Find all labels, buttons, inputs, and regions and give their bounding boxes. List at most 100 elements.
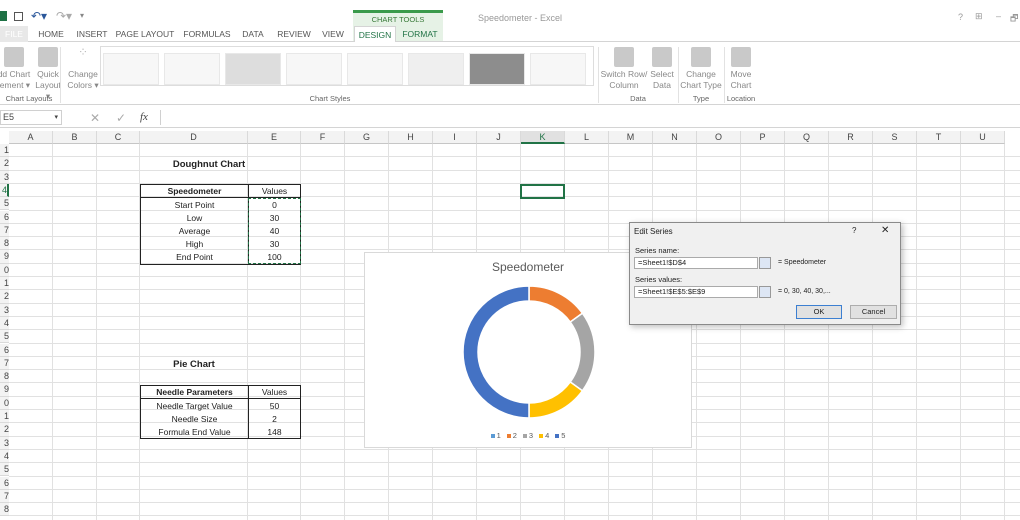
formula-input[interactable] — [160, 110, 1020, 125]
column-header-u[interactable]: U — [961, 131, 1005, 144]
customize-qat-icon[interactable]: ▾ — [80, 11, 84, 20]
tab-design[interactable]: DESIGN — [354, 26, 396, 42]
row-header[interactable]: 1 — [0, 144, 9, 158]
tab-file[interactable]: FILE — [0, 26, 28, 42]
active-cell-k4[interactable] — [520, 184, 565, 199]
column-header-q[interactable]: Q — [785, 131, 829, 144]
tab-data[interactable]: DATA — [238, 26, 268, 42]
chart-style-4[interactable] — [286, 53, 342, 85]
ok-button[interactable]: OK — [796, 305, 842, 319]
chart-style-8[interactable] — [530, 53, 586, 85]
column-header-h[interactable]: H — [389, 131, 433, 144]
label-cell[interactable]: Low — [140, 211, 249, 225]
row-header[interactable]: 7 — [0, 489, 9, 504]
column-header-r[interactable]: R — [829, 131, 873, 144]
column-header-m[interactable]: M — [609, 131, 653, 144]
switch-row-column-button[interactable]: Switch Row/Column — [600, 47, 648, 91]
header-speedometer[interactable]: Speedometer — [140, 183, 249, 199]
row-header[interactable]: 2 — [0, 157, 9, 171]
row-header[interactable]: 6 — [0, 343, 9, 357]
column-header-n[interactable]: N — [653, 131, 697, 144]
name-box[interactable]: E5 ▾ — [0, 110, 62, 125]
label-cell[interactable]: End Point — [140, 250, 249, 265]
chart-style-6[interactable] — [408, 53, 464, 85]
row-header[interactable]: 3 — [0, 436, 9, 450]
row-header[interactable]: 9 — [0, 250, 9, 264]
label-cell[interactable]: Needle Target Value — [140, 398, 249, 413]
label-cell[interactable]: Start Point — [140, 197, 249, 212]
row-header[interactable]: 1 — [0, 410, 9, 424]
chart-style-2[interactable] — [164, 53, 220, 85]
dialog-help-button[interactable]: ? — [852, 226, 856, 235]
save-icon[interactable] — [14, 12, 23, 21]
enter-icon[interactable]: ✓ — [116, 111, 126, 125]
row-header[interactable]: 5 — [0, 197, 9, 211]
row-header[interactable]: 0 — [0, 263, 9, 277]
range-picker-icon[interactable] — [759, 257, 771, 269]
label-cell[interactable]: Formula End Value — [140, 425, 249, 440]
column-header-d[interactable]: D — [140, 131, 248, 144]
chart-style-7[interactable] — [469, 53, 525, 85]
doughnut-slice-2[interactable] — [528, 285, 584, 324]
help-icon[interactable]: ? — [958, 12, 963, 22]
row-header[interactable]: 8 — [0, 370, 9, 384]
select-data-button[interactable]: Select Data — [648, 47, 676, 91]
chart-styles-gallery[interactable] — [100, 46, 594, 86]
doughnut-slice-5[interactable] — [462, 285, 530, 419]
cancel-icon[interactable]: ✕ — [90, 111, 100, 125]
row-header[interactable]: 8 — [0, 237, 9, 251]
chart-style-1[interactable] — [103, 53, 159, 85]
label-cell[interactable]: High — [140, 237, 249, 251]
column-header-p[interactable]: P — [741, 131, 785, 144]
move-chart-button[interactable]: Move Chart — [726, 47, 756, 91]
row-header[interactable]: 4 — [0, 316, 9, 331]
column-header-c[interactable]: C — [97, 131, 140, 144]
column-header-b[interactable]: B — [53, 131, 97, 144]
row-header[interactable]: 6 — [0, 476, 9, 490]
series-name-input[interactable]: =Sheet1!$D$4 — [634, 257, 758, 269]
header-needle-parameters[interactable]: Needle Parameters — [140, 384, 249, 400]
row-header[interactable]: 2 — [0, 423, 9, 437]
ribbon-display-icon[interactable]: ⊞ — [975, 11, 983, 22]
column-header-s[interactable]: S — [873, 131, 917, 144]
chart-style-5[interactable] — [347, 53, 403, 85]
row-header[interactable]: 8 — [0, 503, 9, 517]
column-header-f[interactable]: F — [301, 131, 345, 144]
redo-icon[interactable]: ↷▾ — [56, 9, 72, 23]
change-chart-type-button[interactable]: Change Chart Type — [680, 47, 722, 91]
label-cell[interactable]: Average — [140, 224, 249, 238]
row-header[interactable]: 3 — [0, 303, 9, 317]
chart-style-3[interactable] — [225, 53, 281, 85]
row-header[interactable]: 7 — [0, 356, 9, 371]
row-header[interactable]: 7 — [0, 223, 9, 238]
column-header-g[interactable]: G — [345, 131, 389, 144]
series-values-input[interactable]: =Sheet1!$E$5:$E$9 — [634, 286, 758, 298]
doughnut-slice-3[interactable] — [569, 312, 596, 392]
column-header-k[interactable]: K — [521, 131, 565, 144]
column-header-l[interactable]: L — [565, 131, 609, 144]
row-header[interactable]: 4 — [0, 449, 9, 464]
cancel-button[interactable]: Cancel — [850, 305, 897, 319]
column-header-o[interactable]: O — [697, 131, 741, 144]
header-values[interactable]: Values — [248, 183, 301, 199]
row-header[interactable]: 5 — [0, 330, 9, 344]
label-cell[interactable]: Needle Size — [140, 412, 249, 426]
row-header[interactable]: 3 — [0, 170, 9, 184]
value-cell[interactable]: 50 — [248, 398, 301, 413]
value-cell[interactable]: 148 — [248, 425, 301, 440]
undo-icon[interactable]: ↶▾ — [31, 9, 47, 23]
row-header[interactable]: 0 — [0, 396, 9, 410]
doughnut-slice-4[interactable] — [528, 380, 584, 419]
column-header-t[interactable]: T — [917, 131, 961, 144]
tab-home[interactable]: HOME — [34, 26, 68, 42]
tab-formulas[interactable]: FORMULAS — [182, 26, 232, 42]
minimize-icon[interactable]: – — [996, 11, 1001, 21]
dialog-close-button[interactable]: ✕ — [881, 225, 889, 236]
tab-format[interactable]: FORMAT — [398, 26, 442, 42]
row-header[interactable]: 5 — [0, 463, 9, 477]
column-header-e[interactable]: E — [248, 131, 301, 144]
value-cell[interactable]: 2 — [248, 412, 301, 426]
tab-view[interactable]: VIEW — [318, 26, 348, 42]
column-header-a[interactable]: A — [9, 131, 53, 144]
add-chart-element-button[interactable]: dd Chart lement ▾ — [0, 47, 32, 91]
